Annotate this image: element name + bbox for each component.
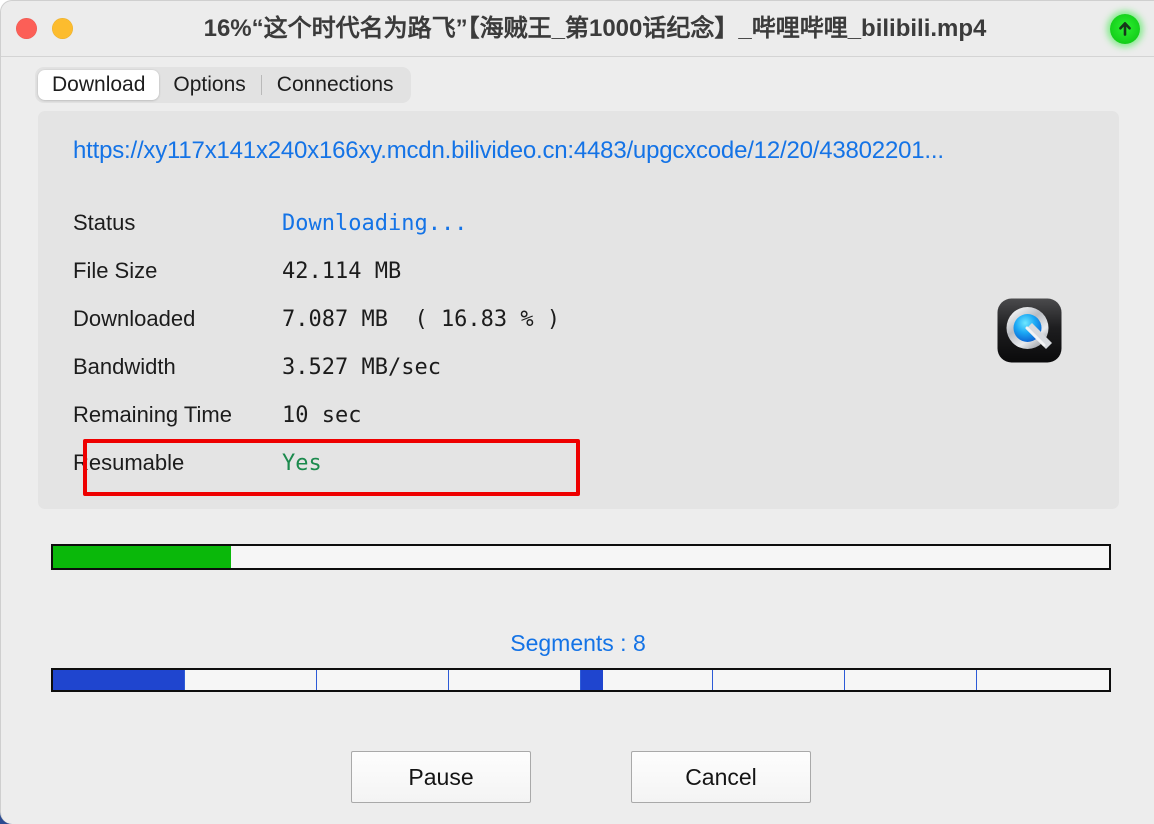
download-progress-bar <box>51 544 1111 570</box>
info-value-status: Downloading... <box>282 210 468 236</box>
tab-download[interactable]: Download <box>38 70 160 100</box>
info-row-resumable: Resumable Yes <box>73 439 1073 487</box>
info-label-status: Status <box>73 210 136 235</box>
info-value-resumable: Yes <box>282 450 322 476</box>
cancel-button[interactable]: Cancel <box>631 751 811 803</box>
info-label-bandwidth: Bandwidth <box>73 354 176 379</box>
info-value-file-size: 42.114 MB <box>282 258 402 284</box>
segment-cell <box>845 670 977 690</box>
tabbar-region: Download Options Connections <box>1 57 1154 110</box>
info-label-remaining-time: Remaining Time <box>73 402 232 427</box>
info-row-downloaded: Downloaded 7.087 MB ( 16.83 % ) <box>73 295 1073 343</box>
info-row-remaining-time: Remaining Time 10 sec <box>73 391 1073 439</box>
minimize-window-button[interactable] <box>52 18 73 39</box>
segment-cell <box>185 670 317 690</box>
tab-connections[interactable]: Connections <box>263 70 408 100</box>
tab-divider <box>260 75 262 95</box>
info-value-remaining-time: 10 sec <box>282 402 362 428</box>
info-value-downloaded: 7.087 MB ( 16.83 % ) <box>282 306 561 332</box>
segment-cell <box>977 670 1109 690</box>
upload-arrow-icon[interactable] <box>1110 14 1140 44</box>
segment-cell <box>53 670 185 690</box>
download-url-link[interactable]: https://xy117x141x240x166xy.mcdn.bilivid… <box>73 137 1099 165</box>
quicktime-player-icon <box>996 297 1063 364</box>
info-label-file-size: File Size <box>73 258 158 283</box>
info-row-file-size: File Size 42.114 MB <box>73 247 1073 295</box>
segment-cell <box>713 670 845 690</box>
tab-options[interactable]: Options <box>159 70 259 100</box>
tab-segmented-control: Download Options Connections <box>35 67 411 103</box>
segment-fill <box>53 670 184 690</box>
segment-fill <box>581 670 604 690</box>
info-row-status: Status Downloading... <box>73 199 1073 247</box>
info-label-downloaded: Downloaded <box>73 306 196 331</box>
segment-cell <box>581 670 713 690</box>
download-manager-window: 16%“这个时代名为路飞”【海贼王_第1000话纪念】_哔哩哔哩_bilibil… <box>0 0 1154 824</box>
info-label-resumable: Resumable <box>73 450 185 475</box>
segments-label: Segments : 8 <box>510 630 646 656</box>
pause-button[interactable]: Pause <box>351 751 531 803</box>
download-progress-fill <box>53 546 231 568</box>
segment-cell <box>317 670 449 690</box>
window-title: 16%“这个时代名为路飞”【海贼王_第1000话纪念】_哔哩哔哩_bilibil… <box>203 15 987 42</box>
download-info-panel: https://xy117x141x240x166xy.mcdn.bilivid… <box>38 111 1119 509</box>
segment-cell <box>449 670 581 690</box>
window-titlebar: 16%“这个时代名为路飞”【海贼王_第1000话纪念】_哔哩哔哩_bilibil… <box>1 1 1154 57</box>
info-value-bandwidth: 3.527 MB/sec <box>282 354 441 380</box>
close-window-button[interactable] <box>16 18 37 39</box>
info-row-bandwidth: Bandwidth 3.527 MB/sec <box>73 343 1073 391</box>
segments-bar <box>51 668 1111 692</box>
